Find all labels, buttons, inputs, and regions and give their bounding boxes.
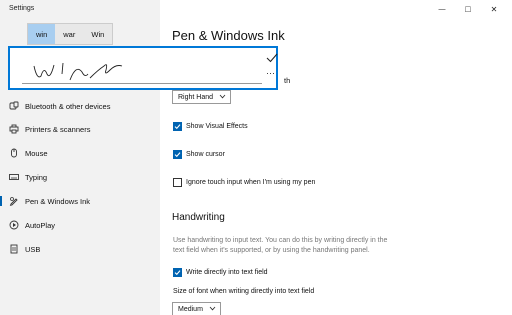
ignore-touch-checkbox[interactable]: Ignore touch input when I'm using my pen <box>173 178 315 187</box>
minimize-icon: — <box>438 5 446 13</box>
printer-icon <box>9 124 19 134</box>
chevron-down-icon <box>209 305 216 314</box>
maximize-icon: □ <box>465 4 471 14</box>
more-options-icon[interactable]: ··· <box>266 68 275 78</box>
handwriting-panel[interactable]: ··· <box>8 46 278 90</box>
suggestion-item[interactable]: Win <box>83 24 112 44</box>
sidebar-item-pen[interactable]: Pen & Windows Ink <box>0 191 160 211</box>
suggestion-item[interactable]: war <box>55 24 83 44</box>
sidebar-item-label: Bluetooth & other devices <box>25 101 111 111</box>
handwriting-description: Use handwriting to input text. You can d… <box>173 237 388 254</box>
sidebar-item-label: USB <box>25 244 41 254</box>
chevron-down-icon <box>219 93 226 102</box>
font-size-dropdown[interactable]: Medium <box>172 302 221 315</box>
sidebar-item-usb[interactable]: USB <box>0 239 160 259</box>
bluetooth-icon <box>9 101 19 111</box>
app-title: Settings <box>9 5 35 12</box>
suggestion-item[interactable]: win <box>28 24 56 44</box>
checkbox-checked-icon <box>173 150 182 159</box>
checkbox-label: Show cursor <box>186 151 225 158</box>
sidebar-item-label: AutoPlay <box>25 220 56 230</box>
keyboard-icon <box>9 172 19 182</box>
section-label-partial: th <box>284 76 291 85</box>
checkbox-label: Ignore touch input when I'm using my pen <box>186 179 316 186</box>
checkbox-checked-icon <box>173 268 182 277</box>
handwriting-ink <box>32 56 132 84</box>
sidebar-item-label: Mouse <box>25 148 48 158</box>
checkbox-label: Write directly into text field <box>186 269 268 276</box>
autoplay-icon <box>9 220 19 230</box>
sidebar-item-label: Typing <box>25 172 48 182</box>
usb-icon <box>9 244 19 254</box>
sidebar-item-label: Pen & Windows Ink <box>25 196 91 206</box>
sidebar-item-bluetooth[interactable]: Bluetooth & other devices <box>0 96 160 116</box>
hand-dropdown[interactable]: Right Hand <box>172 90 231 104</box>
hand-dropdown-value: Right Hand <box>178 93 214 101</box>
sidebar-item-mouse[interactable]: Mouse <box>0 143 160 163</box>
handwriting-heading: Handwriting <box>172 212 225 223</box>
font-size-label: Size of font when writing directly into … <box>173 288 315 295</box>
handwriting-suggestions: win war Win <box>27 23 114 45</box>
checkmark-icon[interactable] <box>266 53 278 63</box>
mouse-icon <box>9 148 19 158</box>
sidebar-item-autoplay[interactable]: AutoPlay <box>0 215 160 235</box>
sidebar-item-label: Printers & scanners <box>25 124 91 134</box>
close-icon: ✕ <box>490 4 498 14</box>
sidebar-item-printers[interactable]: Printers & scanners <box>0 119 160 139</box>
checkbox-checked-icon <box>173 122 182 131</box>
font-size-dropdown-value: Medium <box>178 305 203 313</box>
maximize-button[interactable]: □ <box>456 0 480 18</box>
close-button[interactable]: ✕ <box>482 0 506 18</box>
checkbox-unchecked-icon <box>173 178 182 187</box>
minimize-button[interactable]: — <box>430 0 454 18</box>
pen-icon <box>9 196 19 206</box>
handwriting-baseline <box>22 83 262 84</box>
show-visual-effects-checkbox[interactable]: Show Visual Effects <box>173 122 248 131</box>
write-directly-checkbox[interactable]: Write directly into text field <box>173 268 268 277</box>
checkbox-label: Show Visual Effects <box>186 123 248 130</box>
show-cursor-checkbox[interactable]: Show cursor <box>173 150 225 159</box>
page-title: Pen & Windows Ink <box>172 28 285 43</box>
sidebar-item-typing[interactable]: Typing <box>0 167 160 187</box>
